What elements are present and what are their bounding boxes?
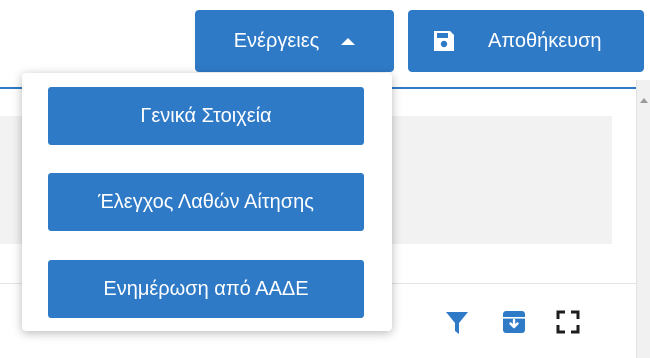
menu-item-general-info[interactable]: Γενικά Στοιχεία bbox=[48, 87, 364, 145]
menu-item-label: Ενημέρωση από ΑΑΔΕ bbox=[103, 277, 309, 300]
caret-up-icon bbox=[341, 37, 356, 45]
fullscreen-icon[interactable] bbox=[556, 310, 580, 334]
menu-item-application-error-check[interactable]: Έλεγχος Λαθών Αίτησης bbox=[48, 173, 364, 231]
actions-button-label: Ενέργειες bbox=[233, 29, 320, 52]
save-button-label: Αποθήκευση bbox=[488, 29, 602, 52]
save-button[interactable]: Αποθήκευση bbox=[408, 10, 644, 72]
menu-item-update-from-aade[interactable]: Ενημέρωση από ΑΑΔΕ bbox=[48, 260, 364, 318]
filter-icon[interactable] bbox=[445, 310, 469, 336]
actions-dropdown-menu: Γενικά Στοιχεία Έλεγχος Λαθών Αίτησης Εν… bbox=[22, 73, 392, 331]
vertical-scrollbar[interactable] bbox=[636, 80, 650, 358]
archive-download-icon[interactable] bbox=[502, 310, 526, 334]
menu-item-label: Έλεγχος Λαθών Αίτησης bbox=[98, 190, 314, 213]
menu-item-label: Γενικά Στοιχεία bbox=[140, 104, 272, 127]
floppy-disk-icon bbox=[432, 29, 456, 53]
actions-dropdown-button[interactable]: Ενέργειες bbox=[195, 10, 394, 72]
scroll-up-arrow-icon[interactable] bbox=[640, 98, 648, 103]
